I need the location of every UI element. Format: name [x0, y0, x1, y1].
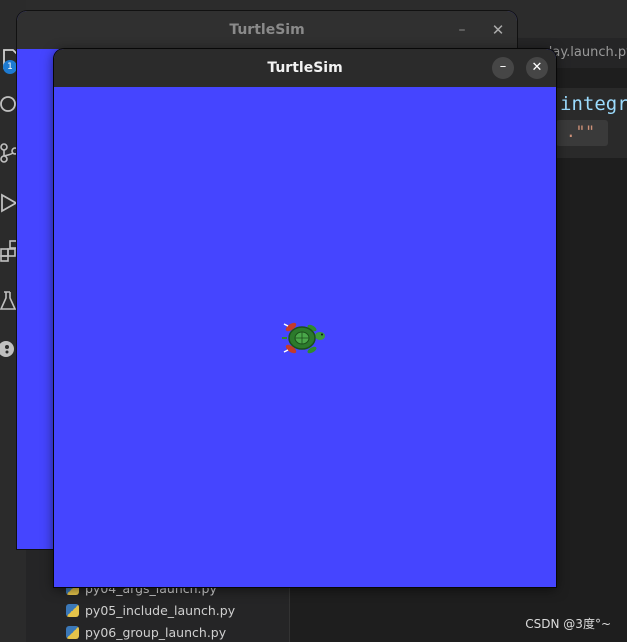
explorer-badge: 1 [3, 60, 17, 74]
code-keyword: integr [560, 93, 627, 115]
explorer-file-item[interactable]: py06_group_launch.py [66, 622, 226, 642]
turtlesim-window-front[interactable]: TurtleSim – ✕ [54, 49, 556, 587]
minimize-button[interactable]: – [451, 19, 473, 41]
window-title: TurtleSim [267, 60, 343, 76]
python-file-icon [66, 625, 79, 639]
minimize-button[interactable]: – [492, 57, 514, 79]
code-string: ."" [566, 122, 595, 141]
window-title: TurtleSim [229, 22, 305, 38]
file-name: py05_include_launch.py [85, 602, 236, 618]
turtle-icon [282, 322, 325, 354]
file-name: py06_group_launch.py [85, 624, 227, 640]
close-button[interactable]: ✕ [487, 19, 509, 41]
window-title-bar[interactable]: TurtleSim – ✕ [17, 11, 517, 49]
close-button[interactable]: ✕ [526, 57, 548, 79]
watermark: CSDN @3度°~ [525, 617, 611, 631]
explorer-file-item[interactable]: py05_include_launch.py [66, 600, 235, 620]
turtlesim-canvas [54, 87, 556, 587]
window-title-bar[interactable]: TurtleSim – ✕ [54, 49, 556, 87]
python-file-icon [66, 603, 79, 617]
